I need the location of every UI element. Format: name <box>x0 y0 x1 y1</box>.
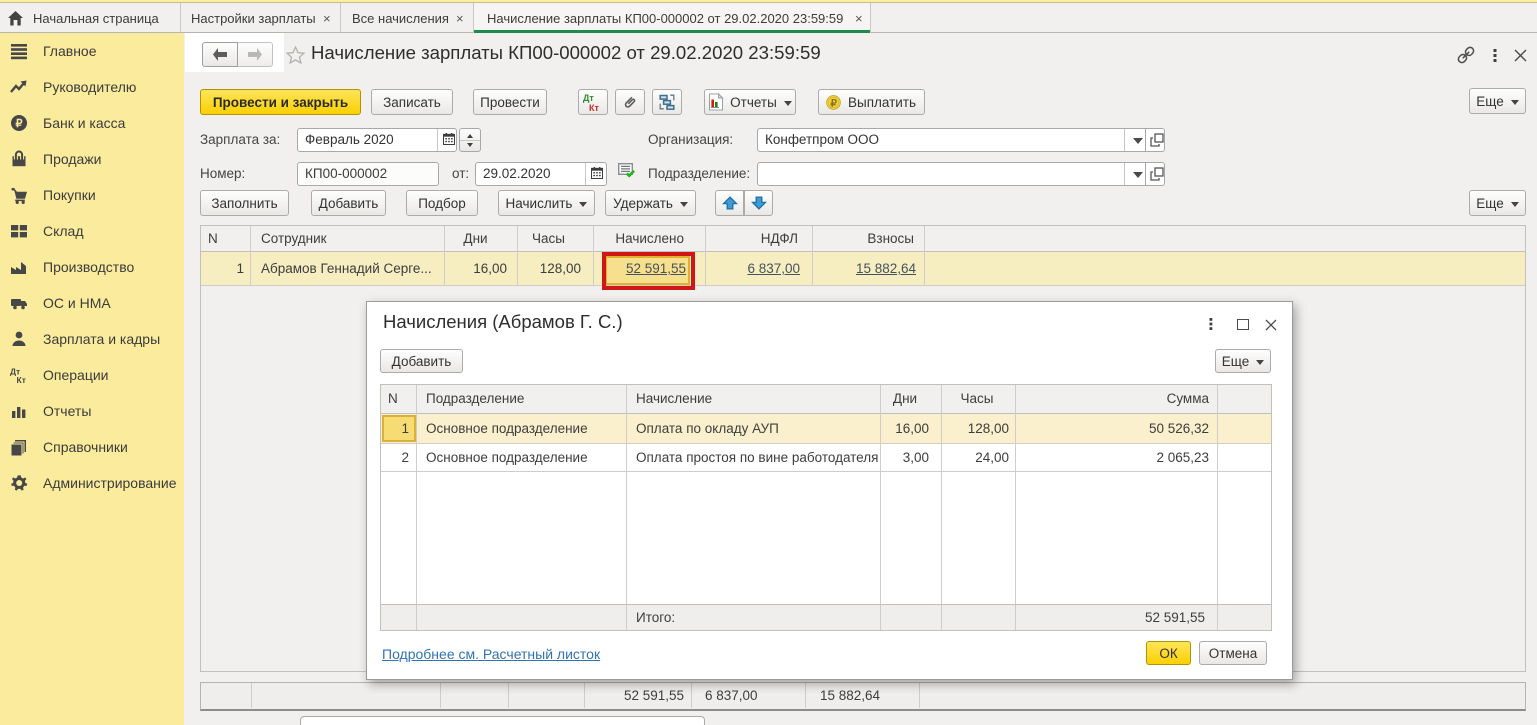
svg-text:₽: ₽ <box>830 98 837 109</box>
svg-text:Дт: Дт <box>583 93 594 103</box>
svg-text:Кт: Кт <box>17 375 26 384</box>
svg-text:₽: ₽ <box>16 118 23 130</box>
svg-text:Кт: Кт <box>589 103 599 112</box>
